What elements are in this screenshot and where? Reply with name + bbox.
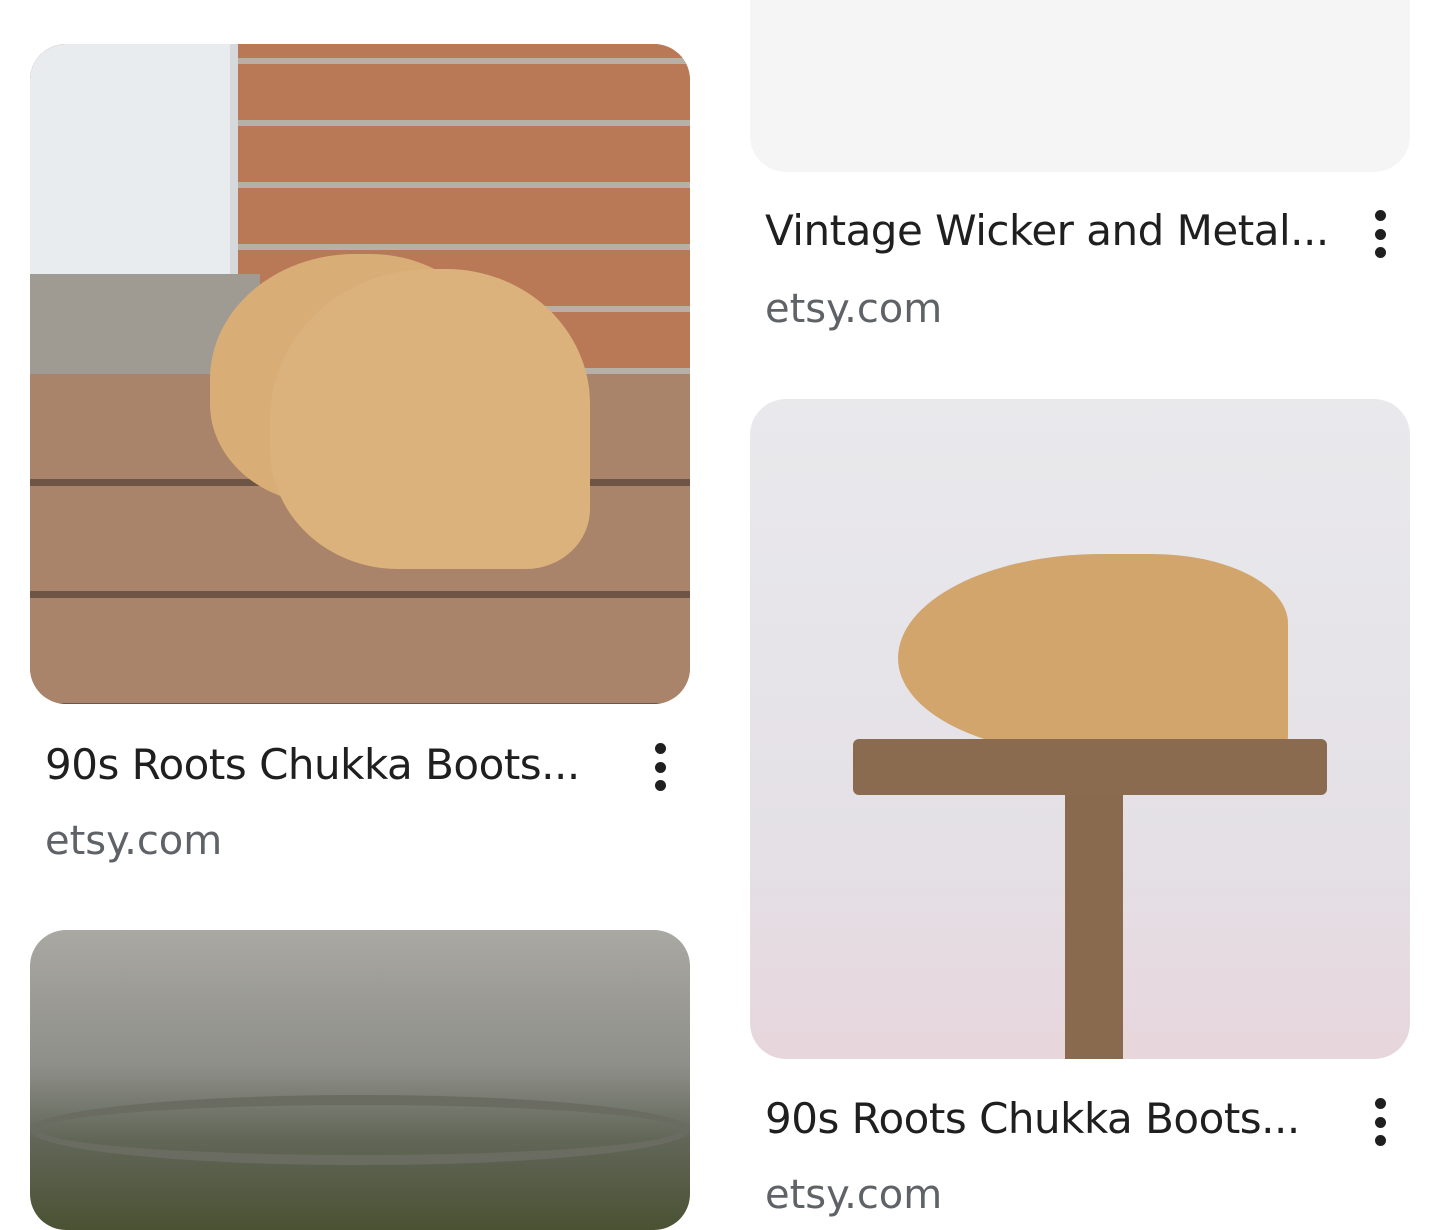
more-vert-icon[interactable] bbox=[1368, 210, 1392, 258]
result-source: etsy.com bbox=[45, 818, 223, 864]
result-image-placeholder[interactable] bbox=[750, 0, 1410, 172]
result-image[interactable] bbox=[30, 930, 690, 1230]
boot-shape bbox=[270, 269, 590, 569]
door-frame bbox=[30, 44, 238, 274]
result-image[interactable] bbox=[750, 399, 1410, 1059]
result-image[interactable] bbox=[30, 44, 690, 704]
more-vert-icon[interactable] bbox=[648, 743, 672, 791]
result-title[interactable]: 90s Roots Chukka Boots... bbox=[45, 740, 580, 789]
result-source: etsy.com bbox=[765, 286, 943, 332]
result-source: etsy.com bbox=[765, 1172, 943, 1218]
stand-top bbox=[853, 739, 1327, 795]
more-vert-icon[interactable] bbox=[1368, 1098, 1392, 1146]
boot-shape bbox=[898, 554, 1288, 754]
tin-rim bbox=[30, 1095, 690, 1165]
result-title[interactable]: 90s Roots Chukka Boots... bbox=[765, 1094, 1300, 1143]
stand-post bbox=[1065, 795, 1123, 1059]
result-title[interactable]: Vintage Wicker and Metal... bbox=[765, 206, 1329, 255]
